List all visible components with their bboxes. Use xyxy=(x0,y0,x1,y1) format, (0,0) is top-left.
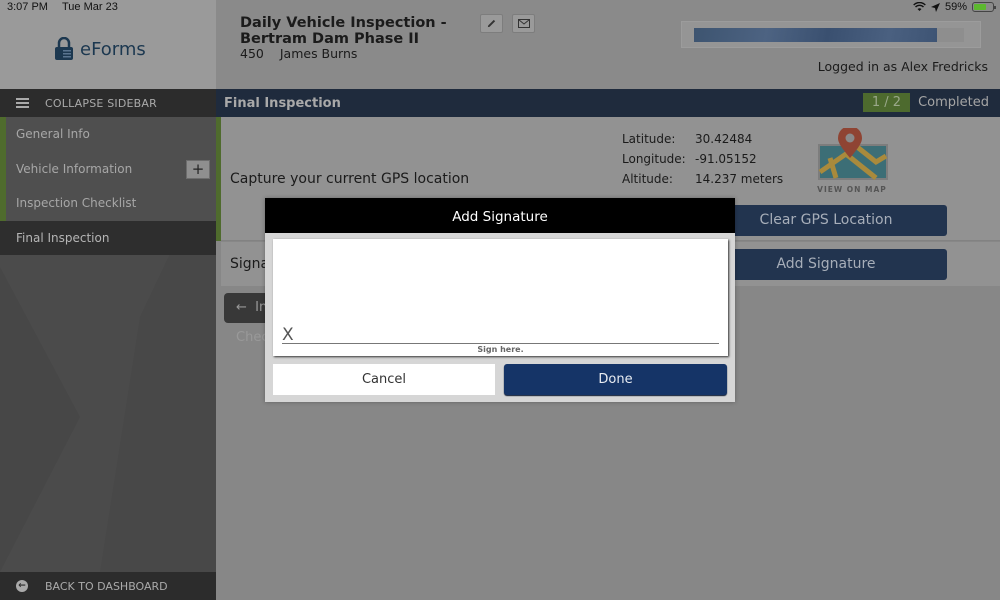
sidebar: eForms 3:07 PM Tue Mar 23 COLLAPSE SIDEBA… xyxy=(0,0,216,600)
signature-pad[interactable]: X Sign here. xyxy=(273,239,728,356)
latitude-value: 30.42484 xyxy=(695,132,753,146)
edit-button[interactable] xyxy=(480,14,503,33)
signature-line xyxy=(282,343,719,344)
eforms-logo[interactable]: eForms xyxy=(54,37,146,61)
form-header: Daily Vehicle Inspection - Bertram Dam P… xyxy=(216,0,1000,89)
collapse-sidebar-button[interactable]: COLLAPSE SIDEBAR xyxy=(0,89,216,117)
lock-icon xyxy=(55,37,73,60)
longitude-value: -91.05152 xyxy=(695,152,757,166)
plus-icon: + xyxy=(191,159,205,178)
altitude-value: 14.237 meters xyxy=(695,172,784,186)
status-bar-right: 59% xyxy=(913,1,996,13)
expand-plus-button[interactable]: + xyxy=(186,159,210,179)
assignee-name: James Burns xyxy=(279,46,358,61)
location-arrow-icon xyxy=(930,2,940,12)
status-time: 3:07 PM xyxy=(7,1,48,13)
sidebar-nav: General Info Vehicle Information + Inspe… xyxy=(0,117,216,255)
left-arrow-icon: ← xyxy=(236,300,256,315)
status-date: Tue Mar 23 xyxy=(61,1,118,13)
email-button[interactable] xyxy=(512,14,535,33)
form-progress xyxy=(681,21,981,48)
logged-in-user: Logged in as Alex Fredricks xyxy=(817,59,988,74)
add-signature-button[interactable]: Add Signature xyxy=(705,249,947,280)
form-title: Daily Vehicle Inspection - Bertram Dam P… xyxy=(240,15,447,47)
cancel-button[interactable]: Cancel xyxy=(273,364,495,395)
battery-percent: 59% xyxy=(944,1,967,13)
envelope-icon xyxy=(517,19,530,28)
progress-fill xyxy=(694,28,937,42)
add-signature-modal: Add Signature X Sign here. Cancel Done xyxy=(265,198,735,402)
section-title: Final Inspection xyxy=(224,95,341,111)
completion-status: Completed xyxy=(918,95,989,110)
sidebar-item-general-info[interactable]: General Info xyxy=(0,117,216,152)
battery-icon xyxy=(972,2,996,12)
back-to-dashboard-button[interactable]: ← BACK TO DASHBOARD xyxy=(0,572,216,600)
sidebar-item-vehicle-information[interactable]: Vehicle Information + xyxy=(0,151,216,186)
signature-x-mark: X xyxy=(282,325,294,345)
completion-count-badge: 1 / 2 xyxy=(862,93,910,112)
gps-field-label: Capture your current GPS location xyxy=(230,171,470,187)
map-pin-icon xyxy=(818,126,888,180)
sign-here-hint: Sign here. xyxy=(477,345,524,354)
sidebar-item-final-inspection[interactable]: Final Inspection xyxy=(0,220,216,255)
wifi-icon xyxy=(913,2,926,11)
form-subtitle: 450 James Burns xyxy=(240,46,373,61)
pencil-icon xyxy=(487,19,496,28)
form-number: 450 xyxy=(240,46,264,61)
view-on-map-button[interactable]: VIEW ON MAP xyxy=(816,126,888,194)
gps-coordinates: Latitude: 30.42484 Longitude: -91.05152 Al… xyxy=(622,132,783,192)
clear-gps-location-button[interactable]: Clear GPS Location xyxy=(705,205,947,236)
modal-title: Add Signature xyxy=(265,198,735,233)
sidebar-item-inspection-checklist[interactable]: Inspection Checklist xyxy=(0,186,216,221)
back-arrow-icon: ← xyxy=(16,580,28,592)
status-bar-left: 3:07 PM Tue Mar 23 xyxy=(7,1,132,13)
done-button[interactable]: Done xyxy=(504,364,727,395)
logo-area: eForms xyxy=(0,0,216,89)
hamburger-icon xyxy=(16,98,29,108)
section-header: Final Inspection 1 / 2 Completed xyxy=(216,89,1000,117)
